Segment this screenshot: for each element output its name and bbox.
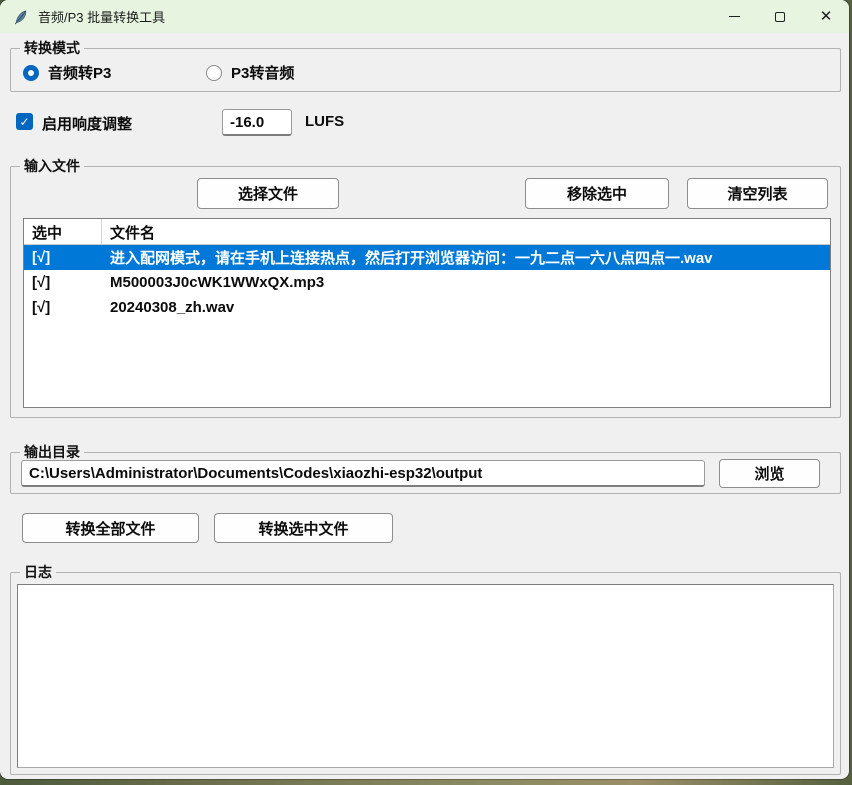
input-files-groupbox: 输入文件 选择文件 移除选中 清空列表 选中 文件名 [√] 进入配网模式，请在… [10, 166, 841, 418]
table-row[interactable]: [√] M500003J0cWK1WWxQX.mp3 [24, 270, 830, 295]
log-groupbox: 日志 [10, 572, 841, 775]
minimize-icon [729, 16, 740, 17]
radio-label: 音频转P3 [48, 62, 111, 83]
convert-selected-button[interactable]: 转换选中文件 [214, 513, 393, 543]
titlebar: 音频/P3 批量转换工具 ✕ [0, 0, 849, 33]
radio-audio-to-p3[interactable]: 音频转P3 [23, 62, 111, 83]
close-icon: ✕ [820, 9, 833, 24]
close-button[interactable]: ✕ [803, 0, 849, 33]
lufs-input[interactable] [222, 109, 292, 136]
output-path-input[interactable] [21, 460, 705, 487]
log-textarea[interactable] [17, 584, 834, 768]
row-checked-cell: [√] [24, 274, 102, 291]
output-group-label: 输出目录 [20, 443, 84, 461]
radio-selected-icon [23, 65, 39, 81]
browse-button[interactable]: 浏览 [719, 459, 820, 488]
output-dir-groupbox: 输出目录 浏览 [10, 452, 841, 494]
table-row[interactable]: [√] 进入配网模式，请在手机上连接热点，然后打开浏览器访问：一九二点一六八点四… [24, 245, 830, 270]
column-header-filename[interactable]: 文件名 [102, 219, 830, 244]
maximize-button[interactable] [757, 0, 803, 33]
mode-group-label: 转换模式 [20, 39, 84, 57]
row-filename-cell: M500003J0cWK1WWxQX.mp3 [102, 274, 830, 291]
log-group-label: 日志 [20, 563, 56, 581]
loudness-checkbox-label: 启用响度调整 [42, 113, 132, 134]
file-table: 选中 文件名 [√] 进入配网模式，请在手机上连接热点，然后打开浏览器访问：一九… [23, 218, 831, 408]
file-table-header: 选中 文件名 [24, 219, 830, 245]
input-group-label: 输入文件 [20, 157, 84, 175]
radio-p3-to-audio[interactable]: P3转音频 [206, 62, 294, 83]
convert-all-button[interactable]: 转换全部文件 [22, 513, 199, 543]
row-filename-cell: 进入配网模式，请在手机上连接热点，然后打开浏览器访问：一九二点一六八点四点一.w… [102, 247, 830, 268]
row-checked-cell: [√] [24, 299, 102, 316]
loudness-checkbox[interactable]: ✓ [16, 113, 33, 130]
row-checked-cell: [√] [24, 249, 102, 266]
app-window: 音频/P3 批量转换工具 ✕ 转换模式 音频转P3 P3转音频 ✓ 启用响度调整… [0, 0, 849, 779]
select-files-button[interactable]: 选择文件 [197, 178, 339, 209]
table-row[interactable]: [√] 20240308_zh.wav [24, 295, 830, 320]
remove-selected-button[interactable]: 移除选中 [525, 178, 669, 209]
window-title: 音频/P3 批量转换工具 [38, 7, 711, 26]
check-icon: ✓ [19, 115, 29, 129]
radio-unselected-icon [206, 65, 222, 81]
python-feather-icon [13, 9, 29, 25]
row-filename-cell: 20240308_zh.wav [102, 299, 830, 316]
clear-list-button[interactable]: 清空列表 [687, 178, 828, 209]
column-header-checked[interactable]: 选中 [24, 219, 102, 244]
mode-groupbox: 转换模式 音频转P3 P3转音频 [10, 48, 841, 92]
minimize-button[interactable] [711, 0, 757, 33]
lufs-unit-label: LUFS [305, 113, 344, 130]
radio-label: P3转音频 [231, 62, 294, 83]
maximize-icon [775, 12, 785, 22]
